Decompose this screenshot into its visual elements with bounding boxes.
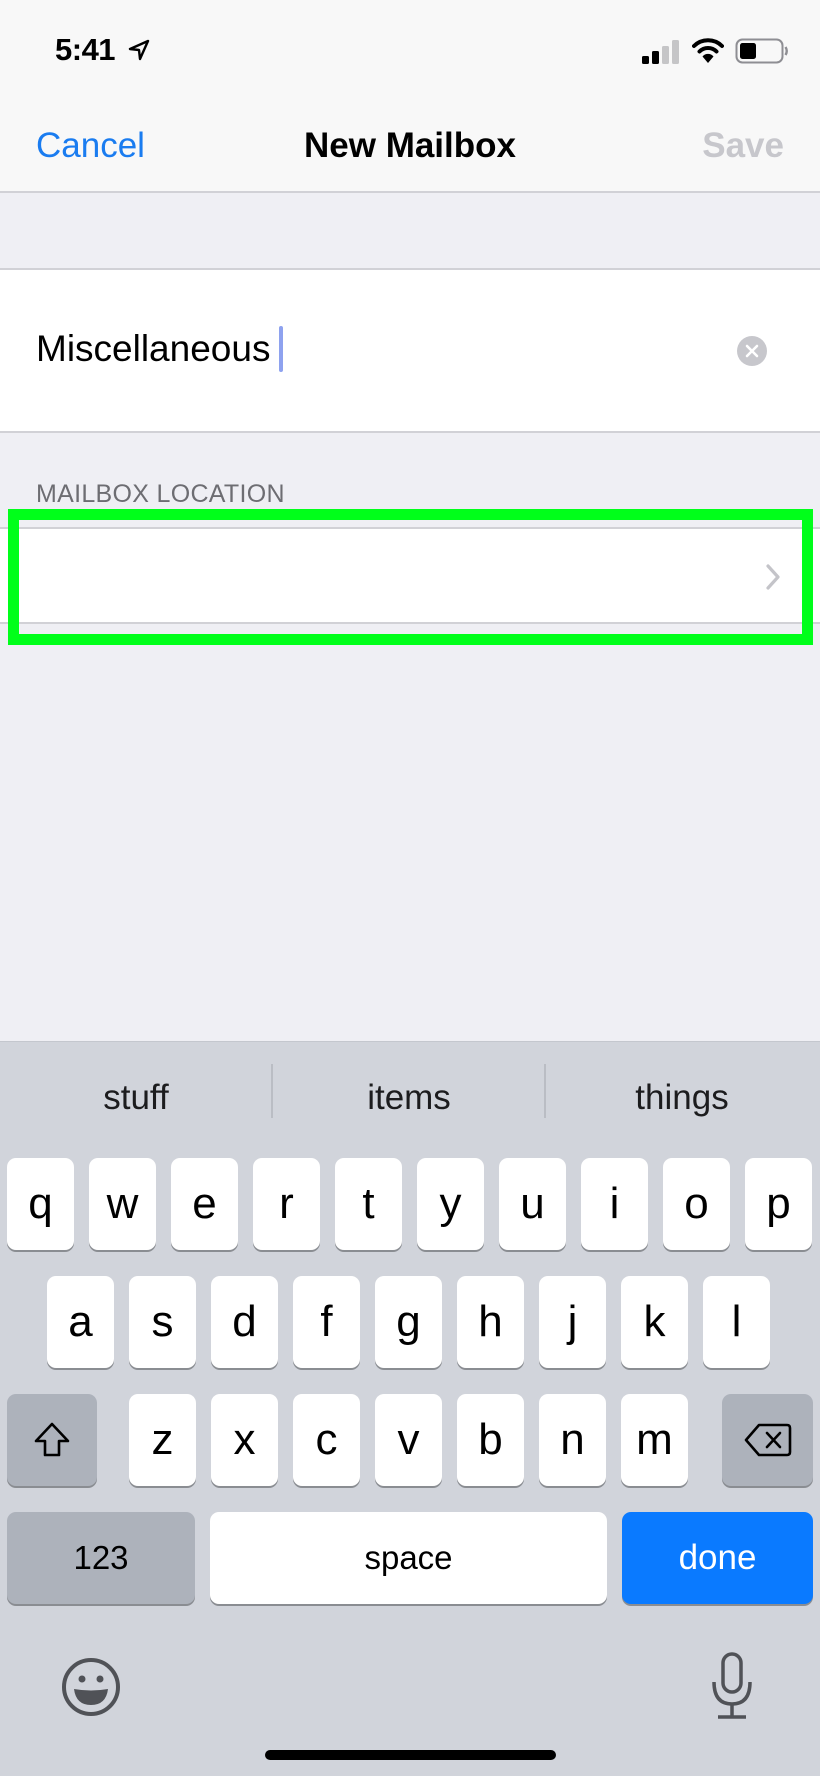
mailbox-location-header: MAILBOX LOCATION [36,480,285,508]
key-j[interactable]: j [539,1276,606,1368]
key-h[interactable]: h [457,1276,524,1368]
wifi-icon [692,38,724,63]
key-l[interactable]: l [703,1276,770,1368]
keyboard: stuff items things qwertyuiop asdfghjkl … [0,1041,820,1776]
done-key[interactable]: done [622,1512,813,1604]
numbers-key[interactable]: 123 [7,1512,195,1604]
key-i[interactable]: i [581,1158,648,1250]
battery-icon [735,38,788,64]
cancel-button[interactable]: Cancel [36,126,145,166]
key-g[interactable]: g [375,1276,442,1368]
suggestion-1[interactable]: stuff [0,1078,272,1118]
key-f[interactable]: f [293,1276,360,1368]
key-z[interactable]: z [129,1394,196,1486]
status-time: 5:41 [55,32,116,67]
delete-key[interactable] [722,1394,813,1486]
key-r[interactable]: r [253,1158,320,1250]
clear-circle-icon [745,344,759,358]
home-indicator[interactable] [265,1750,556,1760]
chevron-right-icon [766,564,780,590]
mailbox-location-row[interactable] [0,527,820,624]
key-w[interactable]: w [89,1158,156,1250]
location-arrow-icon [128,39,150,61]
key-d[interactable]: d [211,1276,278,1368]
key-v[interactable]: v [375,1394,442,1486]
key-y[interactable]: y [417,1158,484,1250]
key-u[interactable]: u [499,1158,566,1250]
navigation-bar: 5:41 Cancel New Mailbox Save [0,0,820,193]
key-a[interactable]: a [47,1276,114,1368]
cellular-signal-icon [642,40,679,64]
key-k[interactable]: k [621,1276,688,1368]
clear-text-button[interactable] [737,336,767,366]
key-p[interactable]: p [745,1158,812,1250]
key-x[interactable]: x [211,1394,278,1486]
key-t[interactable]: t [335,1158,402,1250]
emoji-icon[interactable] [60,1656,122,1718]
key-c[interactable]: c [293,1394,360,1486]
key-s[interactable]: s [129,1276,196,1368]
page-title: New Mailbox [304,126,516,165]
text-cursor [279,326,284,372]
shift-key[interactable] [7,1394,97,1486]
key-m[interactable]: m [621,1394,688,1486]
mailbox-name-section: Miscellaneous [0,268,820,433]
key-n[interactable]: n [539,1394,606,1486]
key-b[interactable]: b [457,1394,524,1486]
delete-backspace-icon [744,1423,791,1457]
shift-icon [34,1422,70,1457]
space-key[interactable]: space [210,1512,607,1604]
suggestion-2[interactable]: items [273,1078,545,1118]
microphone-icon[interactable] [710,1652,754,1722]
key-q[interactable]: q [7,1158,74,1250]
mailbox-name-value: Miscellaneous [36,328,271,369]
key-o[interactable]: o [663,1158,730,1250]
save-button[interactable]: Save [702,126,784,166]
key-e[interactable]: e [171,1158,238,1250]
mailbox-name-input[interactable]: Miscellaneous [36,326,284,372]
suggestion-3[interactable]: things [546,1078,818,1118]
